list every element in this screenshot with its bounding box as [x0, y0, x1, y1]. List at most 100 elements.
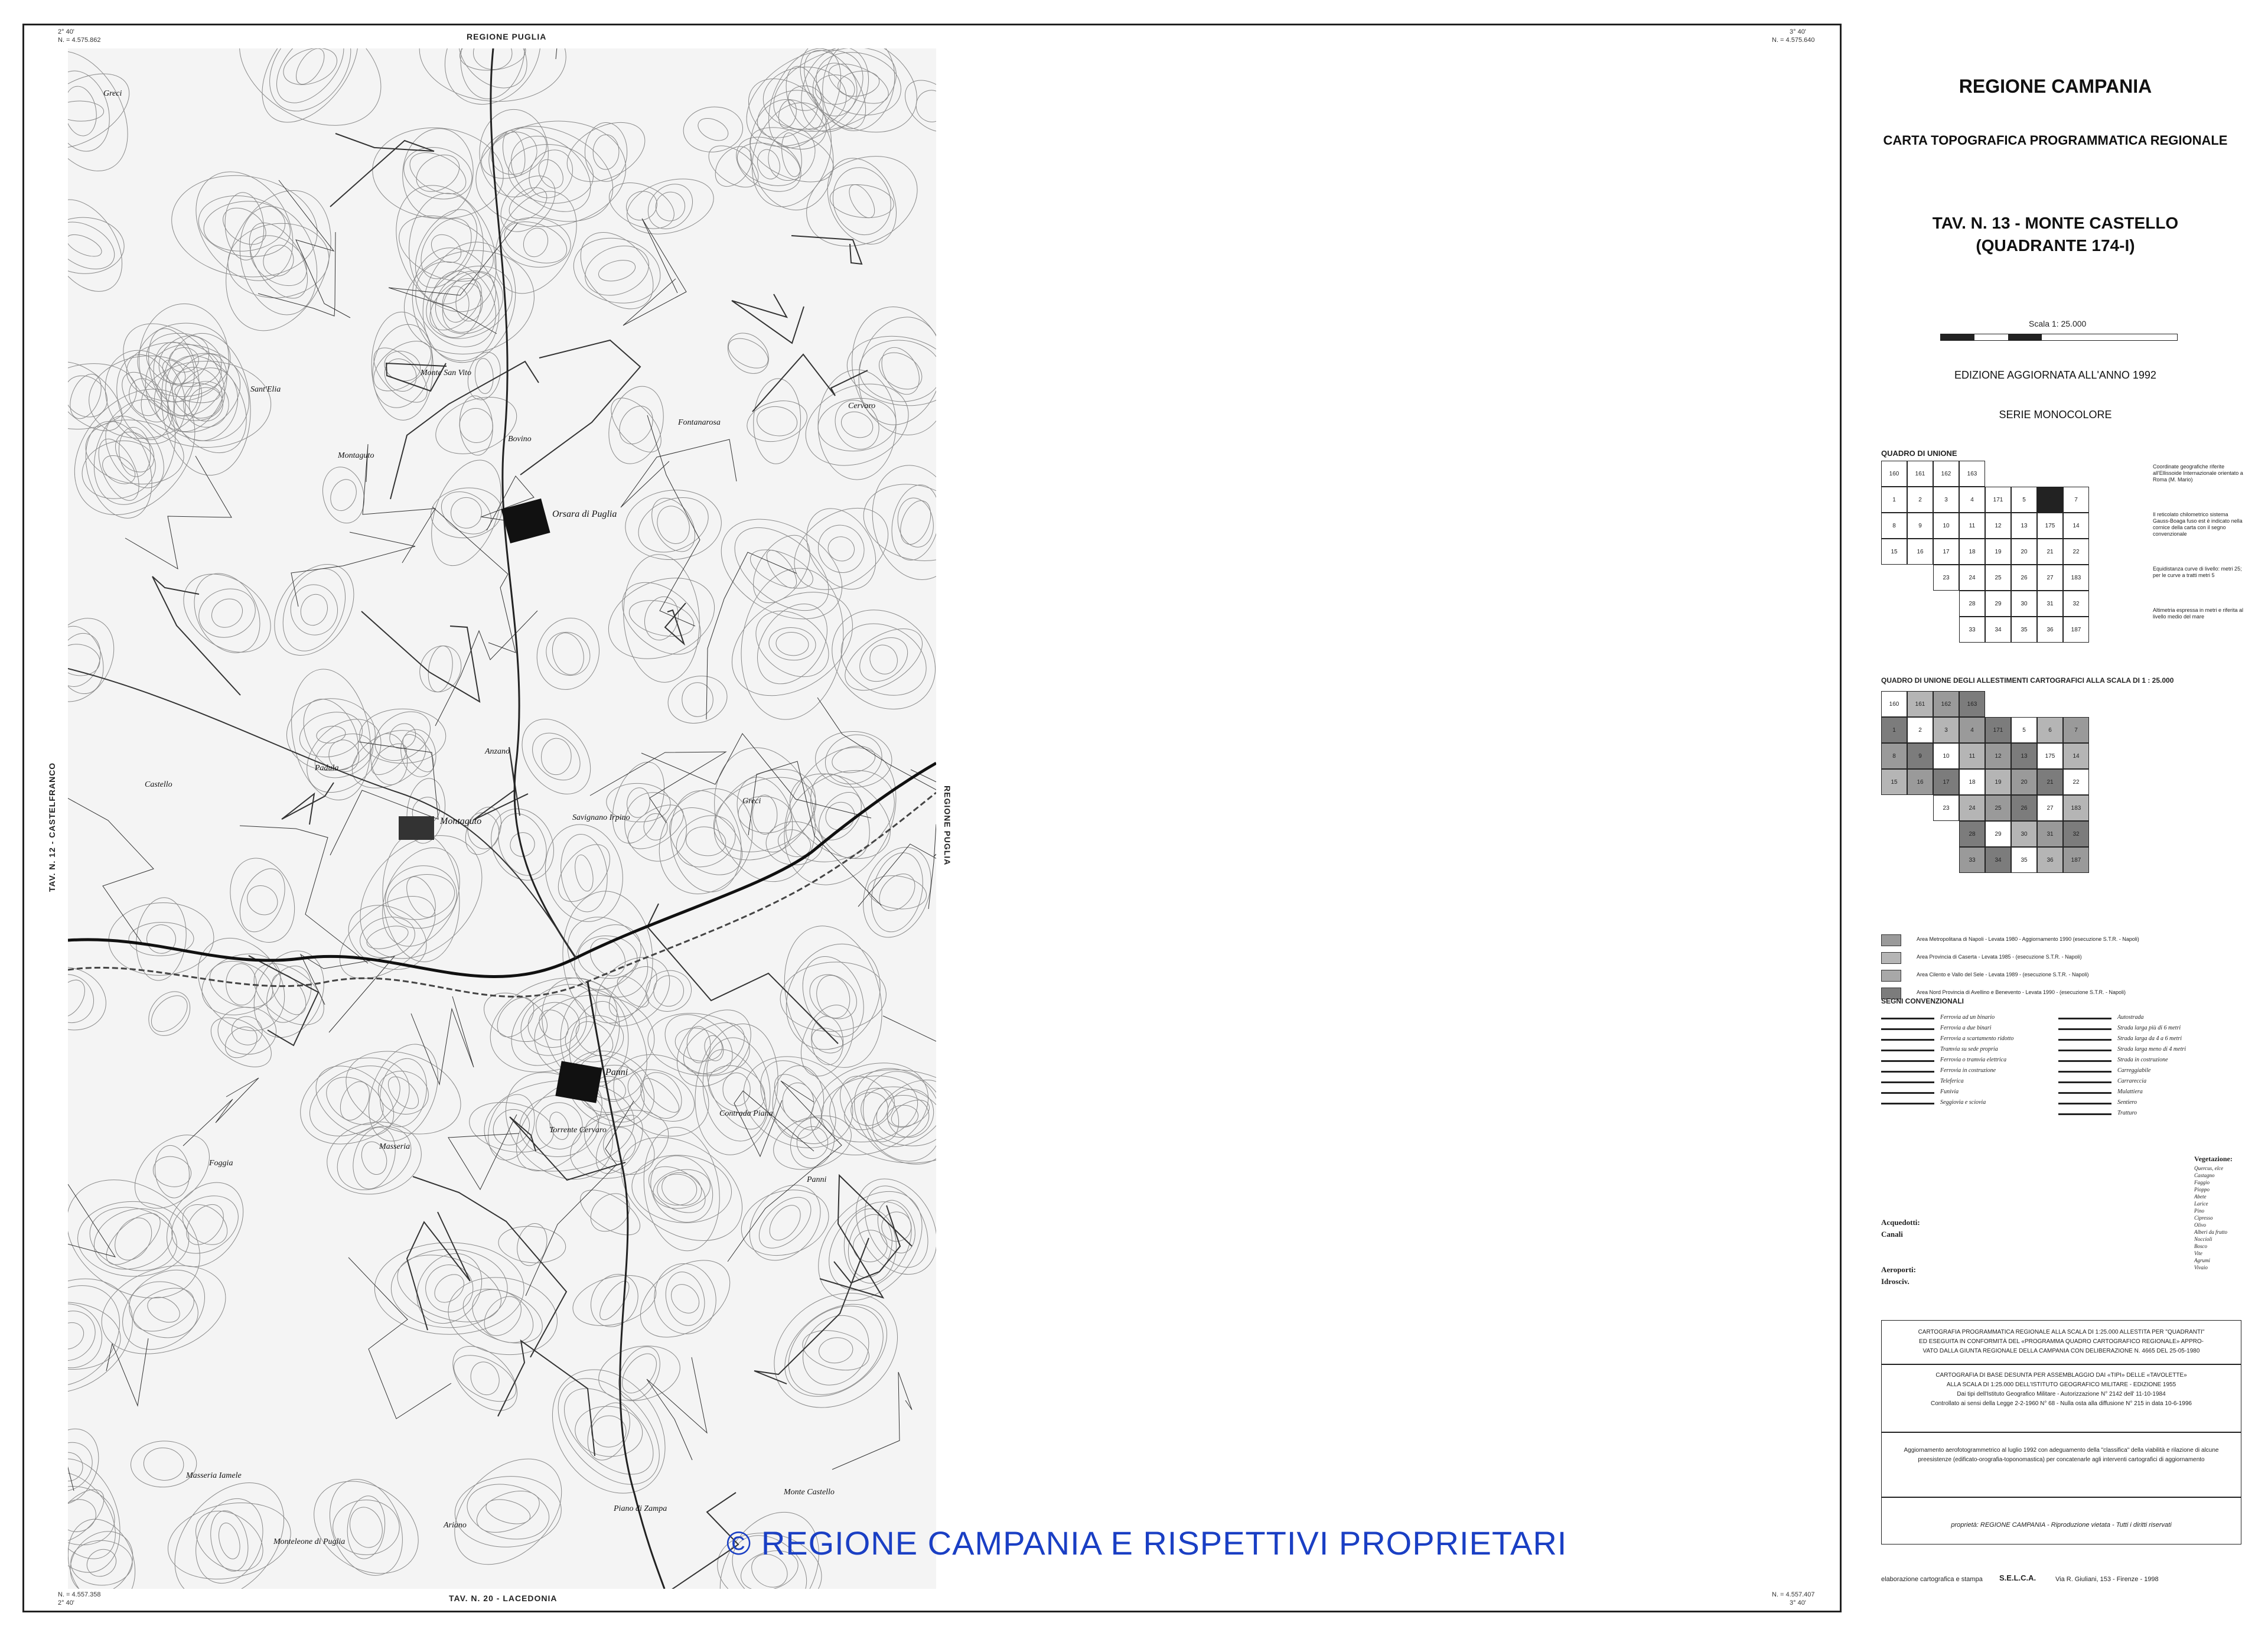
- contour-line: [500, 217, 571, 268]
- contour-line: [68, 618, 115, 702]
- contour-line: [782, 1082, 814, 1122]
- deg-bottom-left: 2° 40': [58, 1599, 74, 1607]
- contour-line: [592, 134, 620, 170]
- contour-line: [561, 834, 608, 913]
- contour-line: [329, 1479, 403, 1576]
- coord-top-right: N. = 4.575.640: [1772, 37, 1815, 44]
- quadro-cell: 175: [2037, 743, 2063, 769]
- contour-line: [372, 324, 433, 408]
- legend-symbol: [1881, 1092, 1934, 1094]
- contour-line: [685, 826, 726, 856]
- legend-symbol: [2058, 1050, 2111, 1051]
- contour-line: [818, 1191, 923, 1301]
- deg-top-right: 3° 40': [1790, 28, 1806, 35]
- contour-line: [148, 991, 191, 1036]
- place-name: Monteleone di Puglia: [273, 1537, 345, 1546]
- contour-line: [226, 963, 257, 1006]
- town-panni: [555, 1061, 602, 1103]
- legend-symbol: [2058, 1060, 2111, 1062]
- legend-symbol: [1881, 1103, 1934, 1104]
- contour-line: [676, 1009, 751, 1087]
- contour-line: [714, 747, 816, 882]
- contour-line: [183, 574, 271, 653]
- contour-line: [520, 994, 587, 1056]
- quadro-cell: 19: [1985, 539, 2011, 565]
- contour-line: [283, 48, 337, 85]
- quadro-cell: 13: [2011, 513, 2037, 539]
- contour-line: [68, 217, 125, 274]
- contour-line: [488, 126, 614, 222]
- contour-line: [452, 1345, 518, 1411]
- contour-line: [155, 1145, 190, 1198]
- vegetazione-item: Faggio: [2194, 1179, 2210, 1185]
- quadro-cell: 17: [1933, 539, 1959, 565]
- contour-line: [309, 1065, 400, 1136]
- contour-line: [769, 1205, 801, 1241]
- minor-road: [432, 506, 516, 653]
- topographic-map[interactable]: Greci Montaguto Savignano Irpino Panni Monte…: [68, 48, 937, 1589]
- quadro-cell: 12: [1985, 743, 2011, 769]
- minor-road: [412, 1176, 568, 1358]
- contour-line: [784, 926, 882, 1068]
- quadro-cell: 21: [2037, 539, 2063, 565]
- quadro-cell: 2: [1907, 717, 1933, 743]
- quadro-cell: 25: [1985, 795, 2011, 821]
- contour-line: [504, 221, 568, 263]
- deg-top-left: 2° 40': [58, 28, 74, 35]
- town-orsara: [501, 498, 550, 544]
- contour-line: [743, 1056, 853, 1148]
- contour-line: [488, 1094, 535, 1161]
- contour-line: [627, 1069, 695, 1122]
- contour-line: [698, 118, 729, 141]
- legend-symbol-label: Ferrovia in costruzione: [1940, 1067, 1996, 1074]
- contour-line: [143, 1447, 184, 1481]
- vegetazione-item: Vite: [2194, 1250, 2202, 1256]
- vegetazione-item: Bosco: [2194, 1243, 2207, 1249]
- contour-line: [657, 1174, 698, 1205]
- contour-line: [850, 1092, 888, 1126]
- contour-line: [599, 1280, 630, 1321]
- allestimento-swatch: [1881, 952, 1901, 964]
- contour-line: [183, 1204, 228, 1245]
- contour-line: [768, 128, 816, 181]
- legend-symbol-label: Autostrada: [2117, 1014, 2144, 1021]
- contour-line: [68, 70, 110, 152]
- contour-line: [805, 383, 909, 466]
- contour-line: [106, 1213, 161, 1265]
- contour-line: [402, 128, 474, 219]
- scale-bar: [1940, 334, 2178, 341]
- contour-line: [82, 440, 156, 499]
- allestimenti-legend: Area Metropolitana di Napoli - Levata 19…: [1881, 933, 2241, 1004]
- quadro-note: Il reticolato chilometrico sistema Gauss…: [2153, 511, 2243, 537]
- contour-line: [108, 902, 214, 976]
- quadro-cell: 17: [1933, 769, 1959, 795]
- quadro-cell: 9: [1907, 743, 1933, 769]
- quadro-cell: 8: [1881, 513, 1907, 539]
- place-name: Torrente Cervaro: [549, 1126, 607, 1135]
- vegetazione-list: Quercus, elce Castagno Faggio Pioppo Abete La…: [2194, 1165, 2247, 1271]
- contour-line: [578, 935, 638, 979]
- contour-line: [879, 874, 915, 911]
- contour-line: [68, 625, 104, 695]
- quadro-cell: 160: [1881, 461, 1907, 487]
- contour-line: [441, 491, 492, 535]
- quadro-cell: 2: [1907, 487, 1933, 513]
- contour-line: [68, 1311, 96, 1361]
- contour-line: [640, 1072, 682, 1119]
- legend-symbol-label: Strada larga più di 6 metri: [2117, 1025, 2181, 1031]
- note-line: CARTOGRAFIA DI BASE DESUNTA PER ASSEMBLA…: [1935, 1372, 2187, 1379]
- segno-right-item: Sentiero: [2058, 1098, 2241, 1109]
- contour-line: [801, 48, 869, 132]
- contour-line: [575, 854, 594, 892]
- contour-line: [209, 960, 273, 1008]
- vegetazione-item: Quercus, elce: [2194, 1165, 2224, 1171]
- scale-label: Scala 1: 25.000: [2029, 319, 2087, 328]
- contour-line: [70, 1540, 133, 1586]
- contour-line: [485, 1499, 531, 1524]
- contour-line: [643, 1078, 680, 1113]
- contour-line: [545, 824, 623, 922]
- contour-line: [330, 479, 357, 511]
- contour-line: [509, 187, 548, 220]
- segno-left-item: Ferrovia a scartamento ridotto: [1881, 1034, 2058, 1045]
- contour-line: [670, 790, 742, 892]
